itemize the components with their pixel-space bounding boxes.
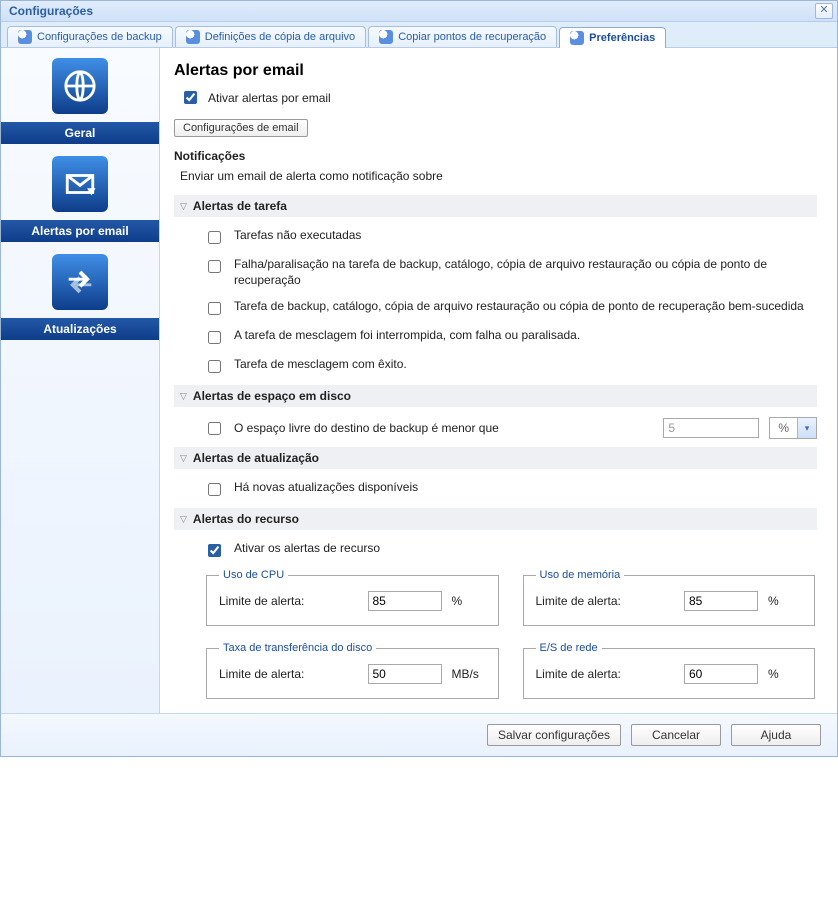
updates-available-checkbox[interactable] <box>208 483 221 496</box>
chevron-down-icon: ▽ <box>180 453 187 464</box>
sidebar-item-label: Geral <box>65 126 96 140</box>
tab-file-copy-defs[interactable]: Definições de cópia de arquivo <box>175 26 366 47</box>
task-fail-label: Falha/paralisação na tarefa de backup, c… <box>234 256 817 288</box>
memory-usage-group: Uso de memória Limite de alerta: % <box>523 569 816 626</box>
memory-usage-legend: Uso de memória <box>536 569 625 581</box>
task-success-label: Tarefa de backup, catálogo, cópia de arq… <box>234 298 817 314</box>
tab-label: Copiar pontos de recuperação <box>398 31 546 43</box>
tab-recovery-points[interactable]: Copiar pontos de recuperação <box>368 26 557 47</box>
tab-label: Preferências <box>589 32 655 44</box>
tabstrip: Configurações de backup Definições de có… <box>1 22 837 48</box>
merge-interrupted-label: A tarefa de mesclagem foi interrompida, … <box>234 327 817 343</box>
footer: Salvar configurações Cancelar Ajuda <box>1 713 837 756</box>
disk-threshold-input[interactable] <box>663 418 759 438</box>
disk-limit-label: Limite de alerta: <box>219 667 358 681</box>
task-not-run-label: Tarefas não executadas <box>234 227 817 243</box>
cpu-limit-unit: % <box>452 594 486 608</box>
memory-limit-label: Limite de alerta: <box>536 594 675 608</box>
updates-available-label: Há novas atualizações disponíveis <box>234 479 817 495</box>
disk-throughput-group: Taxa de transferência do disco Limite de… <box>206 642 499 699</box>
close-icon[interactable]: ✕ <box>815 3 833 19</box>
tab-label: Configurações de backup <box>37 31 162 43</box>
content: Alertas por email Ativar alertas por ema… <box>160 48 837 713</box>
merge-success-label: Tarefa de mesclagem com êxito. <box>234 356 817 372</box>
merge-interrupted-checkbox[interactable] <box>208 331 221 344</box>
sidebar-item-general[interactable]: Geral <box>1 54 159 152</box>
titlebar: Configurações ✕ <box>1 1 837 22</box>
sidebar-item-updates[interactable]: Atualizações <box>1 250 159 348</box>
group-title: Alertas de atualização <box>193 451 319 465</box>
tab-preferences[interactable]: Preferências <box>559 27 666 48</box>
merge-success-checkbox[interactable] <box>208 360 221 373</box>
memory-limit-unit: % <box>768 594 802 608</box>
enable-resource-alerts-checkbox[interactable] <box>208 544 221 557</box>
notifications-heading: Notificações <box>174 149 817 163</box>
cpu-usage-group: Uso de CPU Limite de alerta: % <box>206 569 499 626</box>
sidebar-item-email-alerts[interactable]: Alertas por email <box>1 152 159 250</box>
net-limit-label: Limite de alerta: <box>536 667 675 681</box>
chevron-down-icon: ▽ <box>180 514 187 525</box>
net-limit-unit: % <box>768 667 802 681</box>
mail-alert-icon <box>52 156 108 212</box>
enable-email-alerts-label: Ativar alertas por email <box>208 91 331 105</box>
chevron-down-icon: ▽ <box>180 391 187 402</box>
window-title: Configurações <box>9 4 93 18</box>
cpu-limit-input[interactable] <box>368 591 442 611</box>
enable-resource-alerts-label: Ativar os alertas de recurso <box>234 540 817 556</box>
disk-throughput-legend: Taxa de transferência do disco <box>219 642 376 654</box>
group-resource-alerts[interactable]: ▽ Alertas do recurso <box>174 508 817 530</box>
disk-threshold-unit-value: % <box>770 421 797 435</box>
globe-icon <box>52 58 108 114</box>
disk-free-space-label: O espaço livre do destino de backup é me… <box>234 421 653 435</box>
group-title: Alertas de espaço em disco <box>193 389 351 403</box>
disk-limit-unit: MB/s <box>452 667 486 681</box>
sidebar-item-label: Alertas por email <box>31 224 128 238</box>
email-config-button[interactable]: Configurações de email <box>174 119 308 137</box>
task-success-checkbox[interactable] <box>208 302 221 315</box>
sidebar-item-label: Atualizações <box>43 322 116 336</box>
memory-limit-input[interactable] <box>684 591 758 611</box>
chevron-down-icon: ▽ <box>180 201 187 212</box>
recovery-icon <box>379 30 393 44</box>
task-not-run-checkbox[interactable] <box>208 231 221 244</box>
chevron-down-icon: ▾ <box>797 418 816 438</box>
disk-free-space-checkbox[interactable] <box>208 422 221 435</box>
net-limit-input[interactable] <box>684 664 758 684</box>
body: Geral Alertas por email Atualizações <box>1 48 837 713</box>
cancel-button[interactable]: Cancelar <box>631 724 721 746</box>
page-title: Alertas por email <box>174 62 817 80</box>
gear-icon <box>570 31 584 45</box>
settings-window: Configurações ✕ Configurações de backup … <box>0 0 838 757</box>
cpu-usage-legend: Uso de CPU <box>219 569 288 581</box>
enable-email-alerts-checkbox[interactable] <box>184 91 197 104</box>
group-task-alerts[interactable]: ▽ Alertas de tarefa <box>174 195 817 217</box>
network-io-legend: E/S de rede <box>536 642 602 654</box>
network-io-group: E/S de rede Limite de alerta: % <box>523 642 816 699</box>
sidebar: Geral Alertas por email Atualizações <box>1 48 160 713</box>
group-update-alerts[interactable]: ▽ Alertas de atualização <box>174 447 817 469</box>
group-title: Alertas de tarefa <box>193 199 287 213</box>
cpu-limit-label: Limite de alerta: <box>219 594 358 608</box>
task-fail-checkbox[interactable] <box>208 260 221 273</box>
settings-icon <box>18 30 32 44</box>
updates-icon <box>52 254 108 310</box>
notifications-subtitle: Enviar um email de alerta como notificaç… <box>180 169 817 183</box>
file-icon <box>186 30 200 44</box>
group-title: Alertas do recurso <box>193 512 299 526</box>
disk-threshold-unit-select[interactable]: % ▾ <box>769 417 817 439</box>
disk-limit-input[interactable] <box>368 664 442 684</box>
save-button[interactable]: Salvar configurações <box>487 724 621 746</box>
tab-label: Definições de cópia de arquivo <box>205 31 355 43</box>
help-button[interactable]: Ajuda <box>731 724 821 746</box>
group-disk-alerts[interactable]: ▽ Alertas de espaço em disco <box>174 385 817 407</box>
tab-backup-settings[interactable]: Configurações de backup <box>7 26 173 47</box>
